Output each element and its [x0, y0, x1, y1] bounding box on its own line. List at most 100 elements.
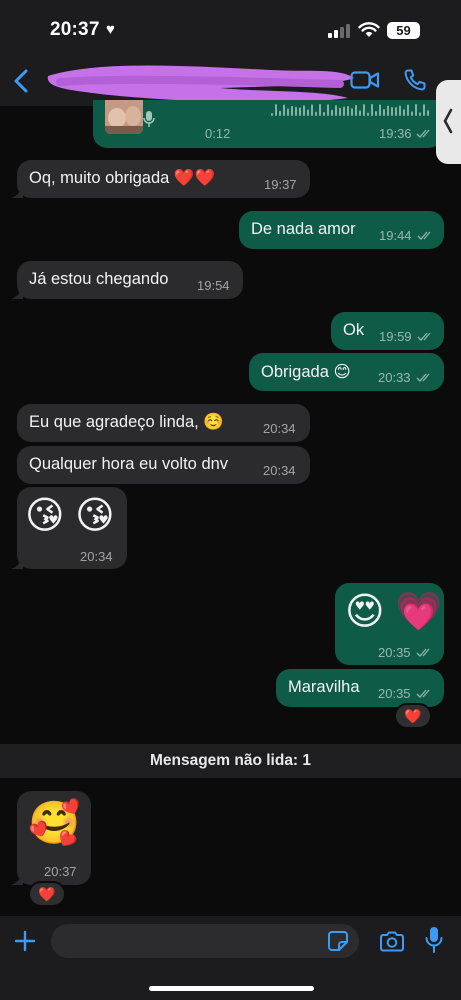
video-camera-icon[interactable] — [350, 70, 380, 90]
message-time: 19:44 — [379, 228, 412, 243]
home-indicator — [149, 986, 314, 991]
message-text: De nada amor — [251, 220, 356, 238]
waveform-bar — [347, 106, 349, 116]
message-text: Ok — [343, 321, 365, 339]
outgoing-emoji-message[interactable]: 😍 💗 20:35 — [335, 583, 444, 665]
message-reaction[interactable]: ❤️ — [394, 703, 432, 729]
waveform-bar — [315, 111, 317, 116]
waveform-bar — [367, 112, 369, 116]
wifi-icon — [358, 22, 380, 37]
microphone-icon[interactable] — [425, 926, 443, 954]
incoming-message[interactable]: Já estou chegando 19:54 — [17, 261, 243, 299]
waveform-bar — [359, 110, 361, 116]
outgoing-message[interactable]: Maravilha 20:35 — [276, 669, 444, 707]
outgoing-message[interactable]: Ok 19:59 — [331, 312, 444, 350]
read-receipt-icon — [416, 648, 430, 657]
side-panel-handle[interactable] — [436, 80, 461, 164]
waveform-bar — [371, 104, 373, 116]
waveform-bar — [383, 108, 385, 116]
status-bar: 20:37 ♥ 59 — [0, 0, 461, 58]
waveform-bar — [287, 108, 289, 116]
message-emoji: 🥰 — [28, 799, 81, 846]
outgoing-message[interactable]: De nada amor 19:44 — [239, 211, 444, 249]
message-emoji: 😘 😘 — [25, 495, 115, 537]
bubble-tail — [11, 287, 23, 299]
waveform-bar — [379, 104, 381, 116]
waveform-bar — [427, 110, 429, 116]
incoming-message[interactable]: Eu que agradeço linda, ☺️ 20:34 — [17, 404, 310, 442]
waveform-bar — [391, 106, 393, 116]
outgoing-message[interactable]: Obrigada 😊 20:33 — [249, 353, 444, 391]
redacted-contact-name[interactable] — [40, 62, 358, 104]
clock: 20:37 — [50, 19, 100, 40]
chevron-left-icon[interactable] — [10, 68, 34, 94]
heart-icon: ♥ — [106, 21, 115, 38]
waveform-bar — [331, 109, 333, 116]
waveform-bar — [335, 105, 337, 116]
waveform-bar — [275, 104, 277, 116]
message-time: 19:37 — [264, 177, 297, 192]
chat-header — [0, 58, 461, 106]
waveform-bar — [323, 112, 325, 116]
waveform-bar — [311, 104, 313, 116]
message-emoji: 😍 💗 — [345, 591, 443, 633]
voice-message[interactable]: 0:12 19:36 — [93, 100, 443, 148]
voice-duration: 0:12 — [205, 126, 231, 141]
read-receipt-icon — [417, 231, 431, 240]
incoming-message[interactable]: Qualquer hora eu volto dnv 20:34 — [17, 446, 310, 484]
incoming-emoji-message[interactable]: 🥰 20:37 — [17, 791, 91, 885]
message-time: 19:54 — [197, 278, 230, 293]
waveform-bar — [355, 104, 357, 116]
chevron-left-icon — [443, 108, 453, 134]
message-time: 20:34 — [263, 421, 296, 436]
message-text: Qualquer hora eu volto dnv — [29, 455, 229, 473]
plus-icon[interactable] — [14, 930, 36, 952]
waveform-bar — [375, 111, 377, 116]
waveform-bar — [399, 105, 401, 116]
waveform-bar — [351, 108, 353, 116]
bubble-tail — [11, 873, 23, 885]
message-reaction[interactable]: ❤️ — [28, 881, 66, 907]
waveform-bar — [395, 107, 397, 116]
message-composer — [0, 916, 461, 1000]
bubble-tail — [11, 186, 23, 198]
waveform-bar — [279, 110, 281, 116]
message-time: 19:59 — [379, 329, 412, 344]
waveform-bar — [403, 109, 405, 116]
phone-icon[interactable] — [403, 68, 427, 92]
read-receipt-icon — [416, 373, 430, 382]
waveform-bar — [415, 104, 417, 116]
incoming-message[interactable]: Oq, muito obrigada ❤️❤️ 19:37 — [17, 160, 310, 198]
message-text: Oq, muito obrigada ❤️❤️ — [29, 169, 216, 187]
waveform-bar — [387, 105, 389, 116]
message-text: Já estou chegando — [29, 270, 169, 288]
waveform-bar — [419, 112, 421, 116]
waveform-bar — [291, 105, 293, 116]
cellular-signal-icon — [328, 24, 352, 38]
sender-avatar-thumbnail — [105, 100, 143, 134]
message-text: Obrigada 😊 — [261, 363, 351, 381]
waveform-bar — [327, 104, 329, 116]
incoming-emoji-message[interactable]: 😘 😘 20:34 — [17, 487, 127, 569]
battery-indicator: 59 — [387, 22, 420, 39]
audio-waveform[interactable] — [271, 102, 431, 116]
message-input[interactable] — [51, 924, 359, 958]
message-time: 20:35 — [378, 645, 411, 660]
camera-icon[interactable] — [379, 931, 405, 952]
waveform-bar — [299, 107, 301, 116]
sticker-icon[interactable] — [327, 930, 349, 952]
message-time: 19:36 — [379, 126, 412, 141]
waveform-bar — [283, 104, 285, 116]
message-time: 20:34 — [263, 463, 296, 478]
waveform-bar — [295, 106, 297, 116]
message-text: Maravilha — [288, 678, 360, 696]
waveform-bar — [363, 104, 365, 116]
waveform-bar — [319, 104, 321, 116]
bubble-tail — [11, 557, 23, 569]
waveform-bar — [339, 107, 341, 116]
waveform-bar — [407, 104, 409, 116]
message-time: 20:34 — [80, 549, 113, 564]
waveform-bar — [411, 111, 413, 116]
waveform-bar — [423, 104, 425, 116]
message-time: 20:35 — [378, 686, 411, 701]
